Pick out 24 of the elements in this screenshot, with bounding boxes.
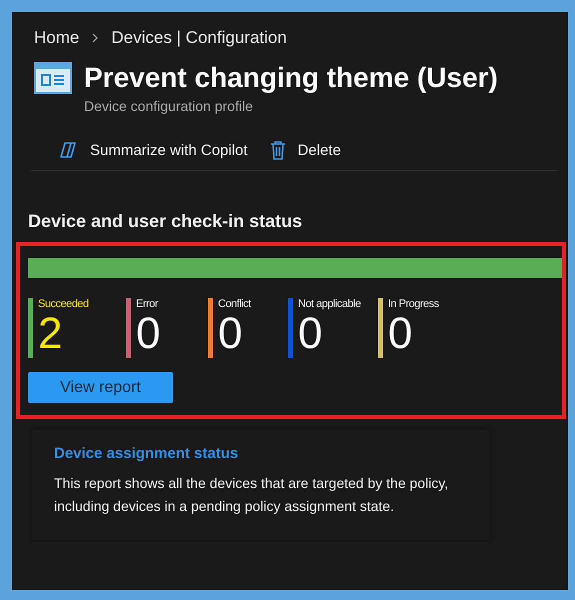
status-count: 0 [388, 310, 412, 358]
view-report-button[interactable]: View report [28, 372, 173, 403]
status-label: Error [136, 298, 160, 310]
status-label: Succeeded [38, 298, 89, 310]
profile-icon [34, 62, 72, 94]
page-subtitle: Device configuration profile [84, 98, 254, 114]
card-title-link[interactable]: Device assignment status [54, 445, 468, 462]
page-title: Prevent changing theme (User) [84, 62, 498, 94]
breadcrumb-link[interactable]: Devices | Configuration [111, 28, 287, 48]
status-label: In Progress [388, 298, 439, 310]
trash-icon [270, 140, 286, 160]
status-label: Conflict [218, 298, 251, 310]
copilot-icon [58, 141, 78, 159]
status-count: 0 [298, 310, 322, 358]
breadcrumb-link[interactable]: Home [34, 28, 80, 48]
delete-button[interactable]: Delete [270, 140, 341, 160]
status-count: 0 [218, 310, 244, 358]
status-count: 0 [136, 310, 160, 358]
copilot-button[interactable]: Summarize with Copilot [58, 140, 248, 160]
status-label: Not applicable [298, 298, 361, 310]
status-count: 2 [38, 310, 64, 358]
section-heading: Device and user check-in status [28, 211, 304, 232]
chevron-icon [91, 33, 100, 43]
card-description: This report shows all the devices that are targeted by the policy, including devices in a pending policy assignment state. [54, 474, 450, 516]
